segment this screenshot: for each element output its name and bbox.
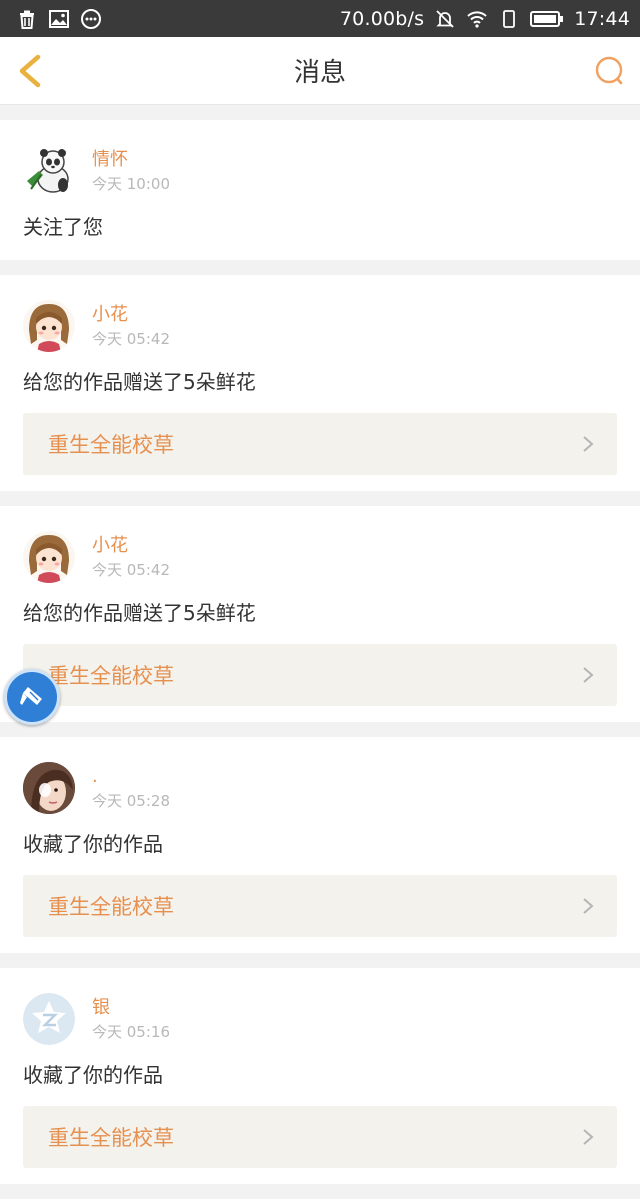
search-button[interactable] (592, 53, 628, 89)
chevron-right-icon (583, 1129, 594, 1145)
message-time: 今天 05:28 (92, 792, 170, 810)
message-time: 今天 05:42 (92, 561, 170, 579)
work-link[interactable]: 重生全能校草 (23, 875, 617, 937)
cartoon-girl-avatar[interactable] (23, 531, 75, 583)
chevron-left-icon (19, 54, 41, 88)
message-time: 今天 05:42 (92, 330, 170, 348)
mute-icon (436, 9, 454, 28)
work-title: 重生全能校草 (48, 433, 174, 457)
message-time: 今天 10:00 (92, 175, 170, 193)
message-card[interactable]: 小花 今天 05:42 给您的作品赠送了5朵鲜花 重生全能校草 (0, 506, 640, 722)
message-card[interactable]: 小花 今天 05:42 给您的作品赠送了5朵鲜花 重生全能校草 (0, 275, 640, 491)
status-right: 70.00b/s 17:44 (340, 8, 630, 30)
status-left (16, 8, 102, 30)
page-title: 消息 (293, 58, 346, 88)
message-user-row: 银 今天 05:16 (23, 992, 617, 1046)
search-icon (595, 56, 623, 85)
message-card[interactable]: . 今天 05:28 收藏了你的作品 重生全能校草 (0, 737, 640, 953)
message-user-row: . 今天 05:28 (23, 761, 617, 815)
message-text: 给您的作品赠送了5朵鲜花 (23, 370, 256, 394)
message-time: 今天 05:16 (92, 1023, 170, 1041)
floating-assist-button[interactable] (4, 669, 60, 725)
user-name[interactable]: 情怀 (92, 148, 170, 172)
user-meta: 小花 今天 05:42 (92, 534, 170, 580)
message-text: 收藏了你的作品 (23, 1063, 163, 1087)
message-user-row: 小花 今天 05:42 (23, 299, 617, 353)
work-link[interactable]: 重生全能校草 (23, 644, 617, 706)
user-name[interactable]: 小花 (92, 303, 170, 327)
user-name[interactable]: . (92, 765, 170, 789)
message-user-row: 情怀 今天 10:00 (23, 144, 617, 198)
status-bar: 70.00b/s 17:44 (0, 0, 640, 37)
work-link[interactable]: 重生全能校草 (23, 413, 617, 475)
user-name[interactable]: 银 (92, 996, 170, 1020)
work-link[interactable]: 重生全能校草 (23, 1106, 617, 1168)
default-qq-avatar[interactable] (23, 993, 75, 1045)
user-meta: 情怀 今天 10:00 (92, 148, 170, 194)
work-title: 重生全能校草 (48, 895, 174, 919)
clock: 17:44 (574, 7, 630, 30)
chevron-right-icon (583, 667, 594, 683)
message-text: 给您的作品赠送了5朵鲜花 (23, 601, 256, 625)
network-speed: 70.00b/s (339, 7, 425, 30)
user-meta: 小花 今天 05:42 (92, 303, 170, 349)
message-list: 情怀 今天 10:00 关注了您 小花 今天 05:42 给您的作品赠送了5朵鲜… (0, 120, 640, 1199)
chevron-right-icon (583, 898, 594, 914)
wifi-icon (467, 10, 487, 28)
message-text: 关注了您 (23, 215, 103, 239)
portrait-lock-icon (503, 9, 516, 28)
panda-avatar[interactable] (23, 145, 75, 197)
work-title: 重生全能校草 (48, 1126, 174, 1150)
work-title: 重生全能校草 (48, 664, 174, 688)
user-meta: 银 今天 05:16 (92, 996, 170, 1042)
message-user-row: 小花 今天 05:42 (23, 530, 617, 584)
cartoon-girl-avatar[interactable] (23, 300, 75, 352)
user-meta: . 今天 05:28 (92, 765, 170, 811)
message-card[interactable]: 情怀 今天 10:00 关注了您 (0, 120, 640, 260)
chevron-right-icon (583, 436, 594, 452)
more-circle-icon (81, 8, 101, 29)
message-card[interactable]: 银 今天 05:16 收藏了你的作品 重生全能校草 (0, 968, 640, 1184)
message-text: 收藏了你的作品 (23, 832, 163, 856)
image-icon (49, 9, 69, 28)
trash-icon (20, 10, 34, 29)
photo-avatar[interactable] (23, 762, 75, 814)
user-name[interactable]: 小花 (92, 534, 170, 558)
battery-icon (530, 10, 564, 27)
brush-icon (20, 687, 42, 705)
back-button[interactable] (12, 51, 52, 91)
app-header: 消息 (0, 37, 640, 105)
